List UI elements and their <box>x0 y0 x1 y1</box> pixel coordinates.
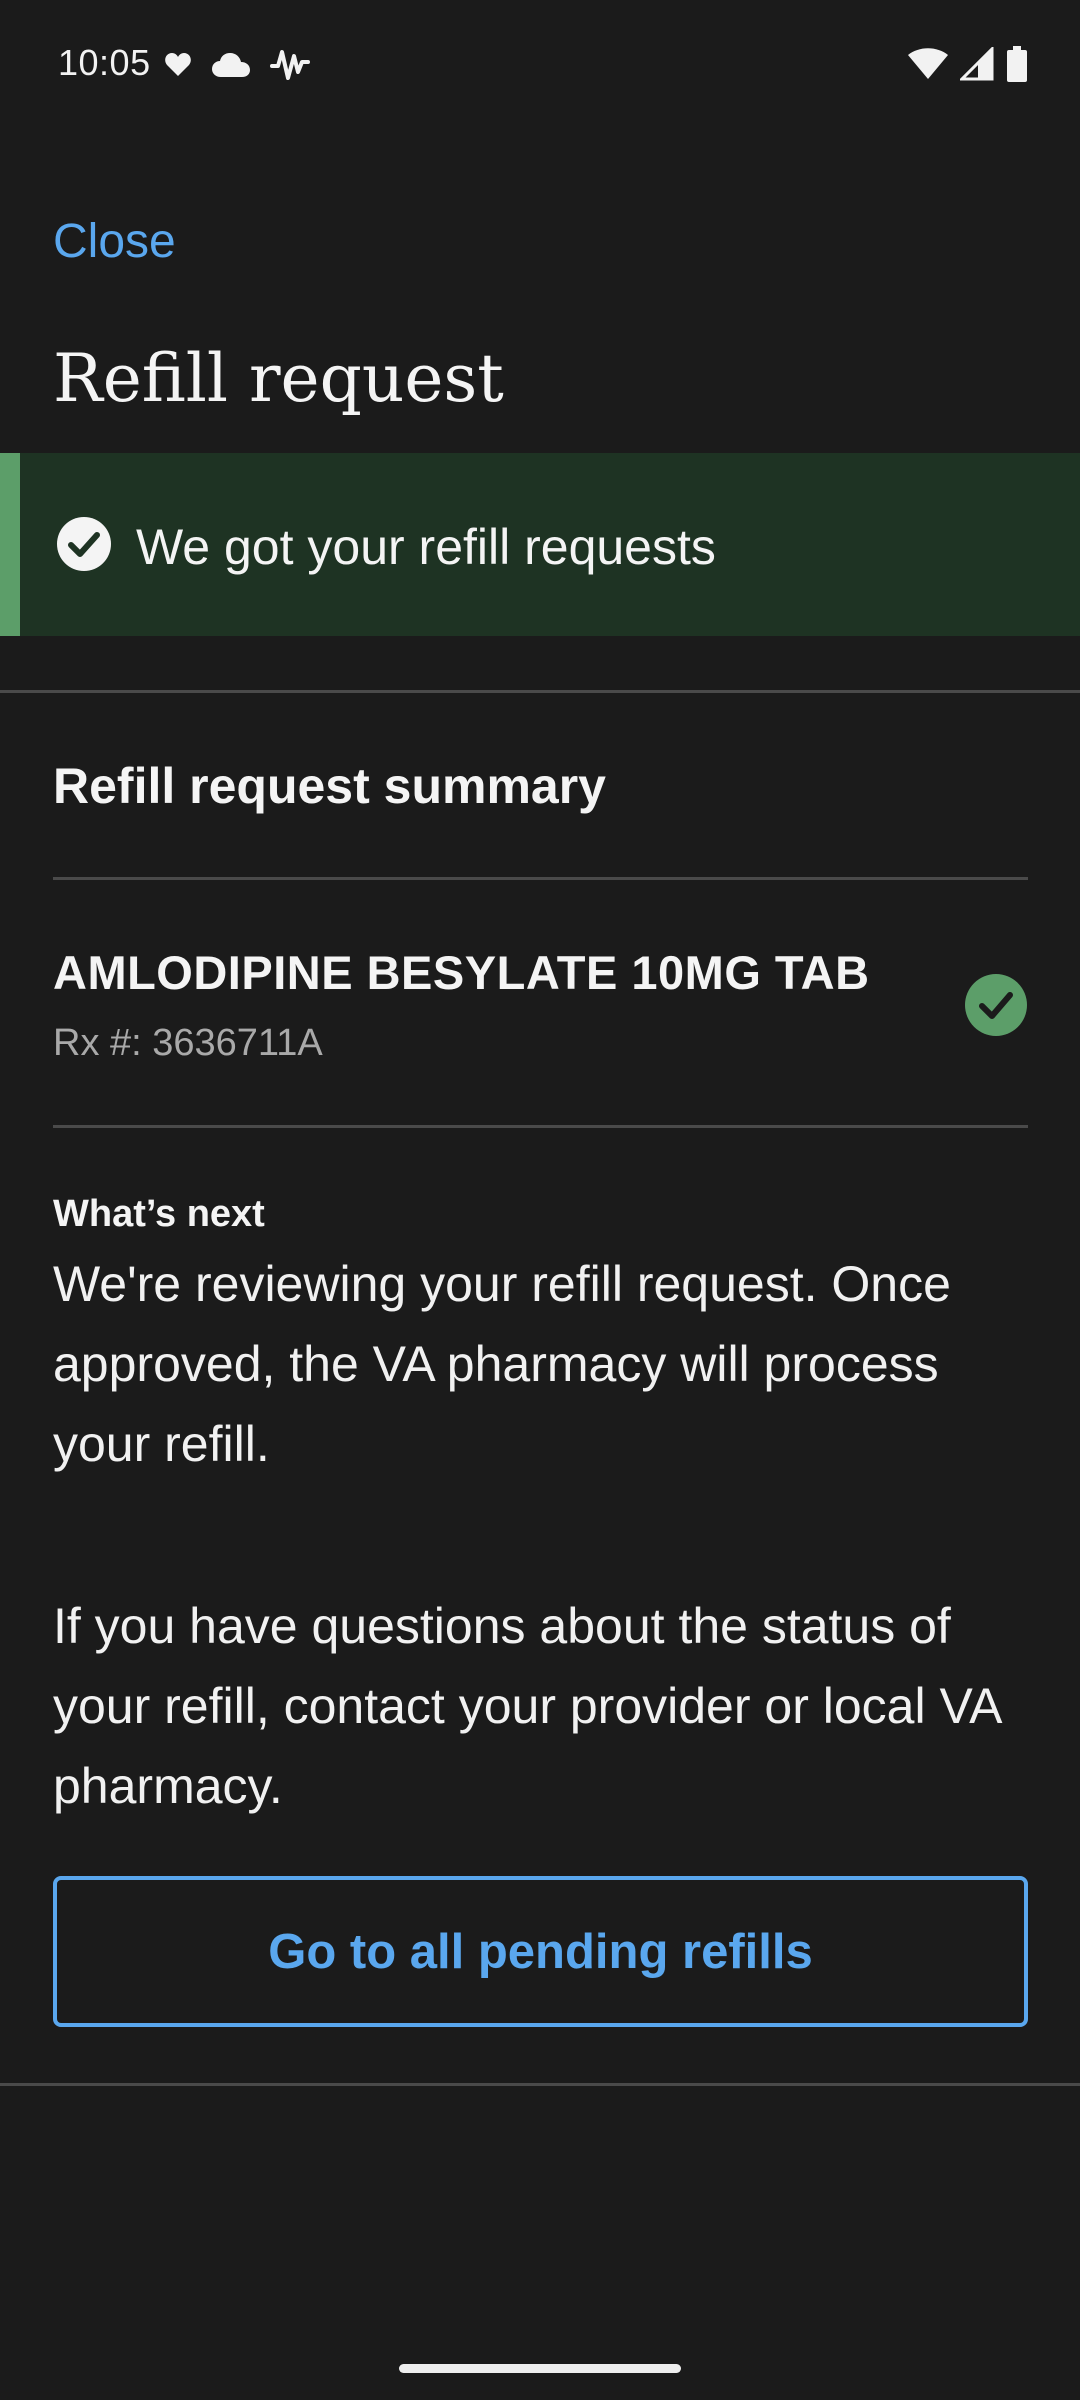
divider <box>53 1125 1028 1128</box>
wifi-icon <box>908 48 948 79</box>
whats-next-label: What’s next <box>53 1193 265 1235</box>
battery-icon <box>1007 46 1027 82</box>
prescription-number: Rx #: 3636711A <box>53 1022 323 1064</box>
close-button[interactable]: Close <box>53 214 176 269</box>
alert-accent-bar <box>0 453 20 636</box>
status-bar: 10:05 <box>0 0 1080 132</box>
check-circle-icon <box>965 974 1027 1036</box>
heart-icon <box>165 53 191 76</box>
home-indicator[interactable] <box>399 2364 681 2373</box>
status-notification-icons <box>164 48 310 82</box>
signal-icon <box>960 47 994 81</box>
go-to-pending-refills-button[interactable]: Go to all pending refills <box>53 1876 1028 2027</box>
page-title: Refill request <box>53 340 504 417</box>
cloud-icon <box>212 53 250 77</box>
questions-text: If you have questions about the status o… <box>53 1598 1000 1814</box>
check-circle-icon <box>57 517 111 571</box>
divider <box>53 877 1028 880</box>
divider <box>0 2083 1080 2086</box>
whats-next-text: We're reviewing your refill request. Onc… <box>53 1256 951 1472</box>
divider <box>0 690 1080 693</box>
alert-message: We got your refill requests <box>136 519 716 575</box>
activity-icon <box>270 50 310 80</box>
status-system-icons <box>908 46 1028 82</box>
medication-name: AMLODIPINE BESYLATE 10MG TAB <box>53 946 870 999</box>
status-time: 10:05 <box>58 42 151 83</box>
summary-heading: Refill request summary <box>53 758 606 814</box>
